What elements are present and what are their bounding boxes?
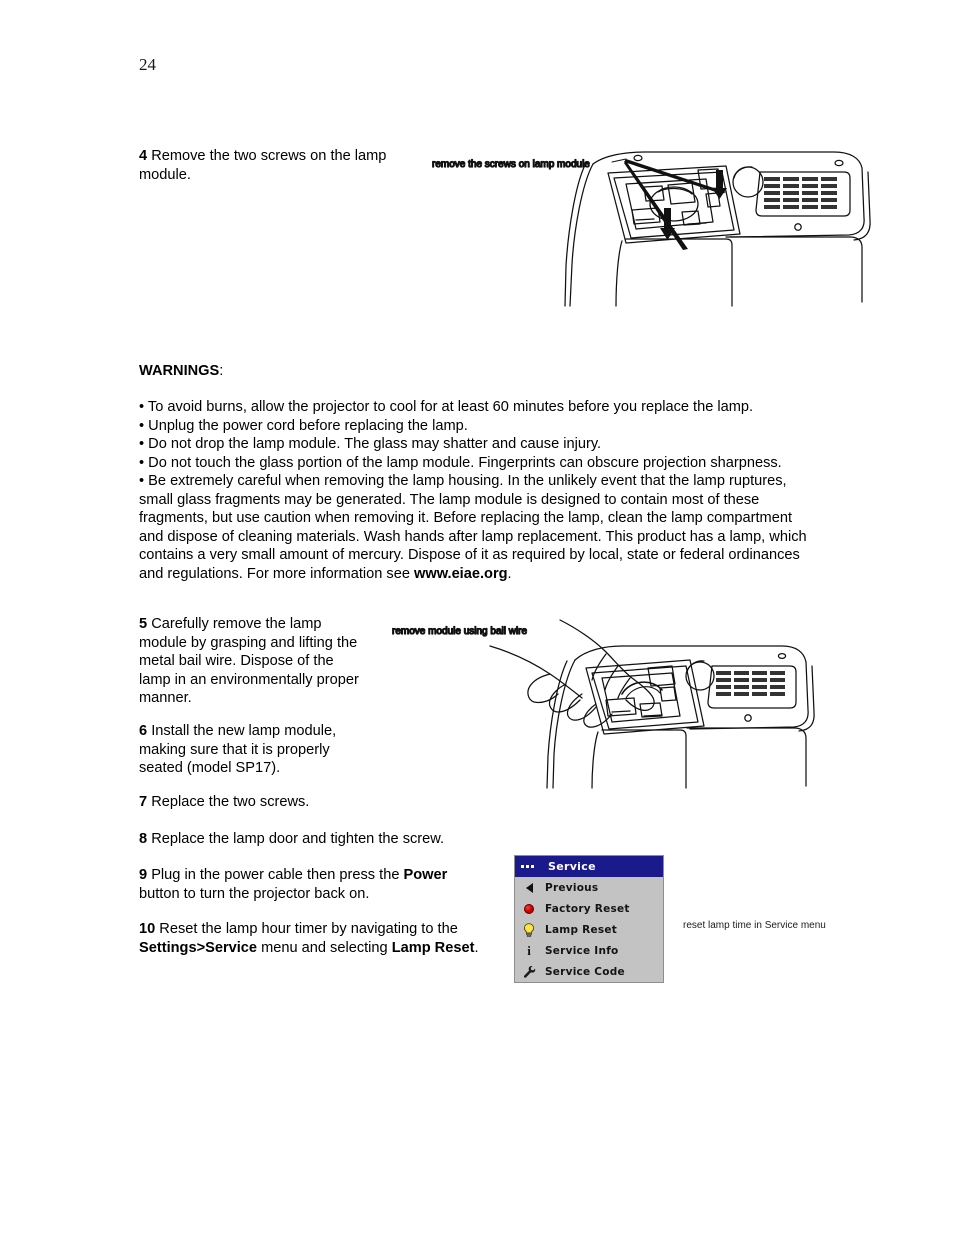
osd-item-lamp-reset[interactable]: Lamp Reset <box>515 919 663 940</box>
illustration-bail-wire: remove module using bail wire <box>390 618 830 790</box>
warning-item: • Unplug the power cord before replacing… <box>139 417 468 434</box>
osd-menu-title: Service <box>548 860 596 873</box>
step-8-number: 8 <box>139 831 148 847</box>
step-10-menu-path: Settings>Service <box>139 939 258 956</box>
step-10-text-mid: menu and selecting <box>257 939 392 956</box>
step-6: 6 Install the new lamp module, making su… <box>139 722 369 778</box>
step-5-number: 5 <box>139 616 148 632</box>
illustration-mid-caption: remove module using bail wire <box>392 626 528 637</box>
warning-item-mercury: • Be extremely careful when removing the… <box>139 472 819 583</box>
warning-item: • Do not touch the glass portion of the … <box>139 454 782 471</box>
menu-dots-icon <box>521 865 534 868</box>
step-9-number: 9 <box>139 867 148 883</box>
step-6-text: Install the new lamp module, making sure… <box>139 723 337 777</box>
triangle-left-icon <box>520 882 538 893</box>
warnings-heading-word: WARNINGS <box>139 363 220 379</box>
osd-menu-caption: reset lamp time in Service menu <box>683 920 826 931</box>
page-number: 24 <box>139 55 156 74</box>
step-9-power-label: Power <box>403 867 448 883</box>
osd-item-factory-reset[interactable]: Factory Reset <box>515 898 663 919</box>
osd-menu-header: Service <box>515 856 663 877</box>
osd-service-menu[interactable]: Service Previous Factory Reset Lamp Rese… <box>514 855 664 983</box>
warning-item: • Do not drop the lamp module. The glass… <box>139 436 602 452</box>
step-10-text-post: . <box>474 939 479 956</box>
document-page: 24 4 Remove the two screws on the lamp m… <box>0 0 954 1235</box>
osd-item-label: Service Code <box>545 965 625 978</box>
warnings-list: • To avoid burns, allow the projector to… <box>139 398 819 583</box>
step-8: 8 Replace the lamp door and tighten the … <box>139 830 499 849</box>
step-9-text-pre: Plug in the power cable then press the <box>151 867 404 883</box>
osd-item-service-info[interactable]: i Service Info <box>515 940 663 961</box>
warning-mercury-link: www.eiae.org <box>414 565 508 582</box>
step-4-number: 4 <box>139 148 148 164</box>
info-icon: i <box>527 943 531 958</box>
step-5: 5 Carefully remove the lamp module by gr… <box>139 615 369 708</box>
step-10-text-pre: Reset the lamp hour timer by navigating … <box>159 921 458 937</box>
step-7-number: 7 <box>139 794 148 810</box>
warning-mercury-post: . <box>507 565 512 582</box>
step-6-number: 6 <box>139 723 148 739</box>
illustration-top-caption: remove the screws on lamp module <box>432 159 590 170</box>
step-9-text-post: button to turn the projector back on. <box>139 885 370 902</box>
step-7: 7 Replace the two screws. <box>139 793 439 812</box>
osd-item-label: Service Info <box>545 944 619 957</box>
illustration-remove-screws: remove the screws on lamp module <box>430 142 880 317</box>
warnings-heading-colon: : <box>219 363 224 379</box>
red-button-icon <box>520 903 538 914</box>
warning-item: • To avoid burns, allow the projector to… <box>139 399 754 415</box>
osd-item-service-code[interactable]: Service Code <box>515 961 663 982</box>
step-4-text: Remove the two screws on the lamp module… <box>139 148 387 183</box>
osd-item-label: Lamp Reset <box>545 923 617 936</box>
warnings-heading: WARNINGS: <box>139 363 223 379</box>
step-4: 4 Remove the two screws on the lamp modu… <box>139 147 429 184</box>
osd-item-previous[interactable]: Previous <box>515 877 663 898</box>
step-9: 9 Plug in the power cable then press the… <box>139 866 479 903</box>
step-10-lamp-reset-label: Lamp Reset <box>391 939 475 956</box>
step-10-number: 10 <box>139 921 156 937</box>
step-5-text: Carefully remove the lamp module by gras… <box>139 616 359 707</box>
osd-item-label: Factory Reset <box>545 902 630 915</box>
step-10: 10 Reset the lamp hour timer by navigati… <box>139 920 479 957</box>
step-7-text: Replace the two screws. <box>151 794 310 810</box>
osd-item-label: Previous <box>545 881 599 894</box>
lightbulb-icon <box>520 922 538 937</box>
step-8-text: Replace the lamp door and tighten the sc… <box>151 831 445 847</box>
wrench-icon <box>520 965 538 979</box>
